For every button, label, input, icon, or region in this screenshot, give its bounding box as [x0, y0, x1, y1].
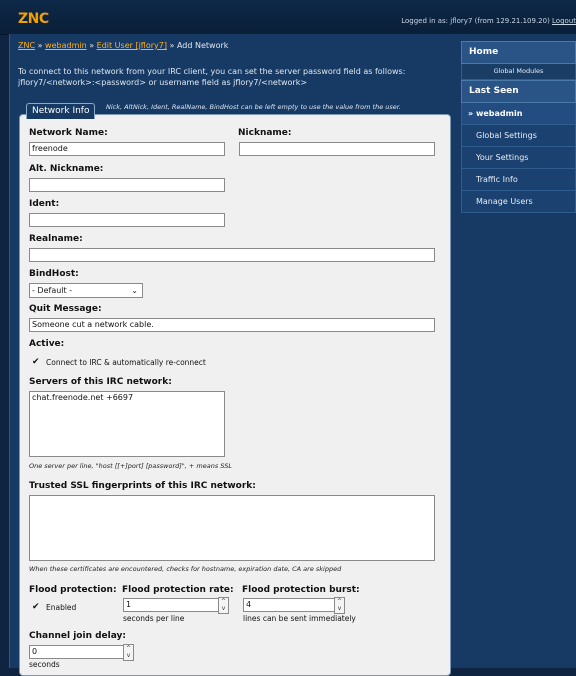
bindhost-select[interactable]: - Default - ⌄: [29, 283, 143, 298]
servers-textarea[interactable]: chat.freenode.net +6697: [29, 391, 225, 457]
flood-enabled-label: Enabled: [46, 603, 77, 612]
network-info-panel: Network Name: freenode Nickname: Alt. Ni…: [19, 114, 451, 676]
logged-in-prefix: Logged in as:: [401, 17, 451, 25]
breadcrumb-separator: »: [37, 41, 46, 50]
alt-nickname-label: Alt. Nickname:: [29, 164, 104, 174]
flood-burst-label: Flood protection burst:: [242, 585, 360, 595]
flood-burst-unit: lines can be sent immediately: [243, 614, 356, 623]
channel-join-delay-input[interactable]: 0: [29, 645, 125, 659]
bindhost-label: BindHost:: [29, 269, 79, 279]
ssl-fingerprints-textarea[interactable]: [29, 495, 435, 561]
sidebar-item-manage-users[interactable]: Manage Users: [461, 191, 576, 213]
active-checkbox-label: Connect to IRC & automatically re-connec…: [46, 358, 206, 367]
sidebar-item-global-settings[interactable]: Global Settings: [461, 125, 576, 147]
logout-link[interactable]: Logout: [552, 17, 576, 25]
sidebar-item-your-settings[interactable]: Your Settings: [461, 147, 576, 169]
breadcrumb-current: Add Network: [176, 41, 229, 50]
channel-join-delay-spinner[interactable]: ^ v: [123, 644, 134, 661]
alt-nickname-input[interactable]: [29, 178, 225, 192]
logged-in-info: Logged in as: jflory7 (from 129.21.109.2…: [401, 17, 576, 25]
bindhost-value: - Default -: [32, 286, 73, 295]
ssl-fingerprints-label: Trusted SSL fingerprints of this IRC net…: [29, 481, 256, 491]
active-checkbox[interactable]: ✔: [32, 358, 41, 367]
sidebar-item-webadmin[interactable]: » webadmin: [461, 103, 576, 125]
sidebar-item-traffic-info[interactable]: Traffic Info: [461, 169, 576, 191]
breadcrumb: ZNC » webadmin » Edit User [jflory7] » A…: [18, 41, 228, 50]
sidebar-global-modules[interactable]: Global Modules: [461, 64, 576, 80]
breadcrumb-znc[interactable]: ZNC: [18, 41, 35, 50]
breadcrumb-separator: »: [89, 41, 97, 50]
intro-text: To connect to this network from your IRC…: [18, 67, 406, 87]
flood-rate-label: Flood protection rate:: [122, 585, 234, 595]
ssl-fingerprints-note: When these certificates are encountered,…: [29, 565, 342, 573]
breadcrumb-separator: »: [169, 41, 177, 50]
breadcrumb-edit-user[interactable]: Edit User [jflory7]: [97, 41, 167, 50]
znc-logo[interactable]: ZNC: [18, 11, 49, 27]
sidebar-home[interactable]: Home: [461, 41, 576, 64]
sidebar: Home Global Modules Last Seen » webadmin…: [461, 41, 576, 213]
quit-message-label: Quit Message:: [29, 304, 102, 314]
nickname-input[interactable]: [239, 142, 435, 156]
flood-rate-input[interactable]: 1: [123, 598, 221, 612]
breadcrumb-webadmin[interactable]: webadmin: [45, 41, 87, 50]
quit-message-input[interactable]: Someone cut a network cable.: [29, 318, 435, 332]
servers-note: One server per line, "host [[+]port] [pa…: [29, 462, 232, 470]
realname-input[interactable]: [29, 248, 435, 262]
fieldset-hint: Nick, AltNick, Ident, RealName, BindHost…: [106, 103, 401, 111]
flood-enabled-checkbox[interactable]: ✔: [32, 603, 41, 612]
flood-protection-label: Flood protection:: [29, 585, 117, 595]
flood-burst-input[interactable]: 4: [243, 598, 337, 612]
nickname-label: Nickname:: [238, 128, 292, 138]
flood-burst-spinner[interactable]: ^ v: [334, 597, 345, 614]
channel-join-delay-label: Channel join delay:: [29, 631, 127, 641]
fieldset-legend: Network Info: [26, 103, 96, 119]
logged-in-user: jflory7 (from 129.21.109.20): [450, 17, 553, 25]
ident-label: Ident:: [29, 199, 60, 209]
flood-rate-spinner[interactable]: ^ v: [218, 597, 229, 614]
flood-rate-unit: seconds per line: [123, 614, 185, 623]
top-bar: ZNC Logged in as: jflory7 (from 129.21.1…: [0, 0, 576, 35]
sidebar-last-seen[interactable]: Last Seen: [461, 80, 576, 103]
ident-input[interactable]: [29, 213, 225, 227]
servers-label: Servers of this IRC network:: [29, 377, 172, 387]
network-name-input[interactable]: freenode: [29, 142, 225, 156]
active-label: Active:: [29, 339, 65, 349]
chevron-down-icon: ⌄: [131, 286, 138, 295]
realname-label: Realname:: [29, 234, 83, 244]
network-name-label: Network Name:: [29, 128, 108, 138]
